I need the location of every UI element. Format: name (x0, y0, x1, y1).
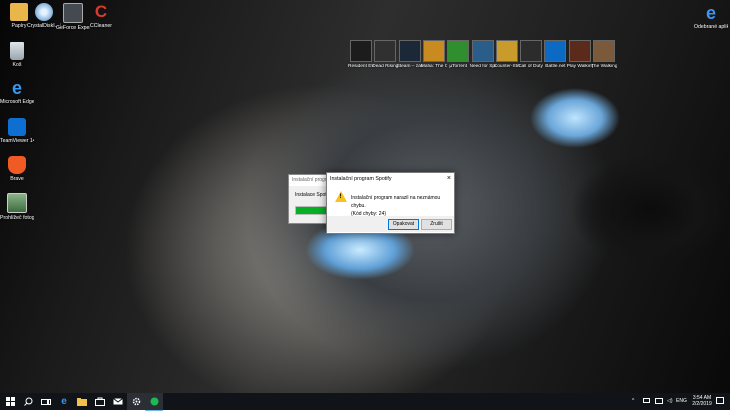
search-button[interactable] (19, 393, 37, 410)
warning-icon: ! (335, 191, 347, 202)
game-icon-image (374, 40, 397, 62)
brave-icon (8, 156, 26, 174)
game-icon-image (350, 40, 372, 62)
game-icon-image (398, 40, 421, 62)
mail-icon (113, 398, 123, 405)
game-icon-image (422, 40, 445, 62)
task-view-button[interactable] (37, 393, 55, 410)
search-icon (23, 397, 32, 406)
task-view-icon (41, 398, 51, 405)
cancel-button[interactable]: Zrušit (421, 219, 452, 230)
folder-icon (77, 397, 87, 406)
game-icon-label: Dead Rising 2 (372, 64, 399, 69)
desktop-icon-ccleaner[interactable]: C CCleaner (84, 2, 118, 30)
dialog-body: ! Instalační program narazil na neznámou… (327, 185, 454, 218)
spotify-icon (150, 397, 158, 406)
folder-icon (10, 3, 28, 21)
geforce-icon (63, 3, 83, 23)
tray-chevron-icon[interactable]: ^ (632, 398, 634, 404)
game-icon-label: Mafia: The Old Country (420, 64, 447, 69)
dialog-title: Instalační program Spotify (330, 176, 392, 182)
game-icon-label: Resident Evil 2 (348, 64, 374, 69)
desktop: Papíry CrystalDiskI... Kurze Kei Ed... G… (0, 0, 730, 393)
retry-button[interactable]: Opakovat (388, 219, 419, 230)
game-icon-label: Steam – zástupce (396, 64, 423, 69)
desktop-icon-teamviewer[interactable]: TeamViewer 14 (0, 118, 34, 144)
battery-icon[interactable] (643, 398, 650, 403)
game-icon-image (544, 40, 567, 62)
game-icon-label: The Walking Dead (591, 64, 617, 69)
crystaldisk-icon (35, 3, 53, 21)
dialog-message-line1: Instalační program narazil na neznámou c… (351, 195, 441, 209)
game-icon-label: Counter-Strike Global Offe... (493, 64, 520, 69)
edge-icon: e (11, 78, 22, 98)
game-icon[interactable]: Steam – zástupce (397, 40, 423, 70)
photo-viewer-icon (7, 193, 27, 213)
teamviewer-icon (8, 118, 26, 136)
taskbar: e ^ ◁) ENG 3:54 AM 2/2/2019 (0, 393, 730, 411)
store-bag-icon (95, 397, 105, 406)
edge-icon: e (61, 396, 67, 407)
game-icon[interactable]: Counter-Strike Global Offe... (494, 40, 520, 70)
desktop-icon-kos[interactable]: Koš (0, 42, 34, 68)
game-icon[interactable]: Need for Speed... (470, 40, 496, 70)
taskbar-edge[interactable]: e (55, 393, 73, 410)
close-icon[interactable]: × (447, 173, 451, 185)
game-icon[interactable]: Dead Rising 2 (372, 40, 398, 70)
edge-icon: e (705, 3, 716, 23)
taskbar-store[interactable] (91, 393, 109, 410)
desktop-icon-brave[interactable]: Brave (0, 156, 34, 182)
taskbar-mail[interactable] (109, 393, 127, 410)
windows-icon (5, 397, 15, 406)
volume-icon[interactable]: ◁) (667, 398, 673, 404)
recycle-bin-icon (10, 42, 24, 60)
language-indicator[interactable]: ENG (676, 398, 687, 404)
clock-date: 2/2/2019 (692, 401, 712, 407)
game-icon-image (447, 40, 470, 62)
game-icon[interactable]: Play Walking Dead 3 (567, 40, 593, 70)
game-icon[interactable]: Mafia: The Old Country (421, 40, 447, 70)
dialog-titlebar: Instalační program Spotify × (327, 173, 454, 185)
game-icon[interactable]: The Walking Dead (591, 40, 617, 70)
game-icon[interactable]: Resident Evil 2 (348, 40, 374, 70)
desktop-icon-odebrane-aplikace[interactable]: e Odebrané aplikace (694, 4, 728, 30)
dialog-message: Instalační program narazil na neznámou c… (351, 194, 454, 218)
taskbar-settings[interactable] (127, 393, 145, 410)
game-icon-label: Need for Speed... (469, 64, 496, 69)
game-icon-label: Play Walking Dead 3 (566, 64, 593, 69)
taskbar-file-explorer[interactable] (73, 393, 91, 410)
installer-progress-fill (296, 207, 329, 214)
game-icon[interactable]: µTorrent (445, 40, 471, 70)
game-icon[interactable]: Call of Duty Modern ... (518, 40, 544, 70)
game-icon-label: Call of Duty Modern ... (518, 64, 544, 69)
start-button[interactable] (1, 393, 19, 410)
error-dialog[interactable]: Instalační program Spotify × ! Instalačn… (326, 172, 455, 234)
notifications-icon[interactable] (716, 397, 724, 404)
network-icon[interactable] (655, 398, 663, 404)
game-icon-image (593, 40, 615, 62)
game-icon-label: Battle.net (545, 64, 566, 69)
game-icon-image (495, 40, 518, 62)
desktop-icon-photo-viewer[interactable]: Prohlížeč fotografií ... (0, 193, 34, 221)
game-icon[interactable]: Battle.net (542, 40, 568, 70)
game-icon-image (520, 40, 543, 62)
dialog-footer: Opakovat Zrušit (327, 216, 454, 232)
game-icon-image (568, 40, 591, 62)
game-icon-label: µTorrent (449, 64, 468, 69)
desktop-icon-edge[interactable]: e Microsoft Edge (0, 79, 34, 105)
clock[interactable]: 3:54 AM 2/2/2019 (689, 395, 715, 407)
game-icon-image (471, 40, 494, 62)
ccleaner-icon: C (94, 2, 108, 21)
gear-icon (132, 397, 140, 406)
taskbar-spotify-installer[interactable] (145, 393, 163, 411)
